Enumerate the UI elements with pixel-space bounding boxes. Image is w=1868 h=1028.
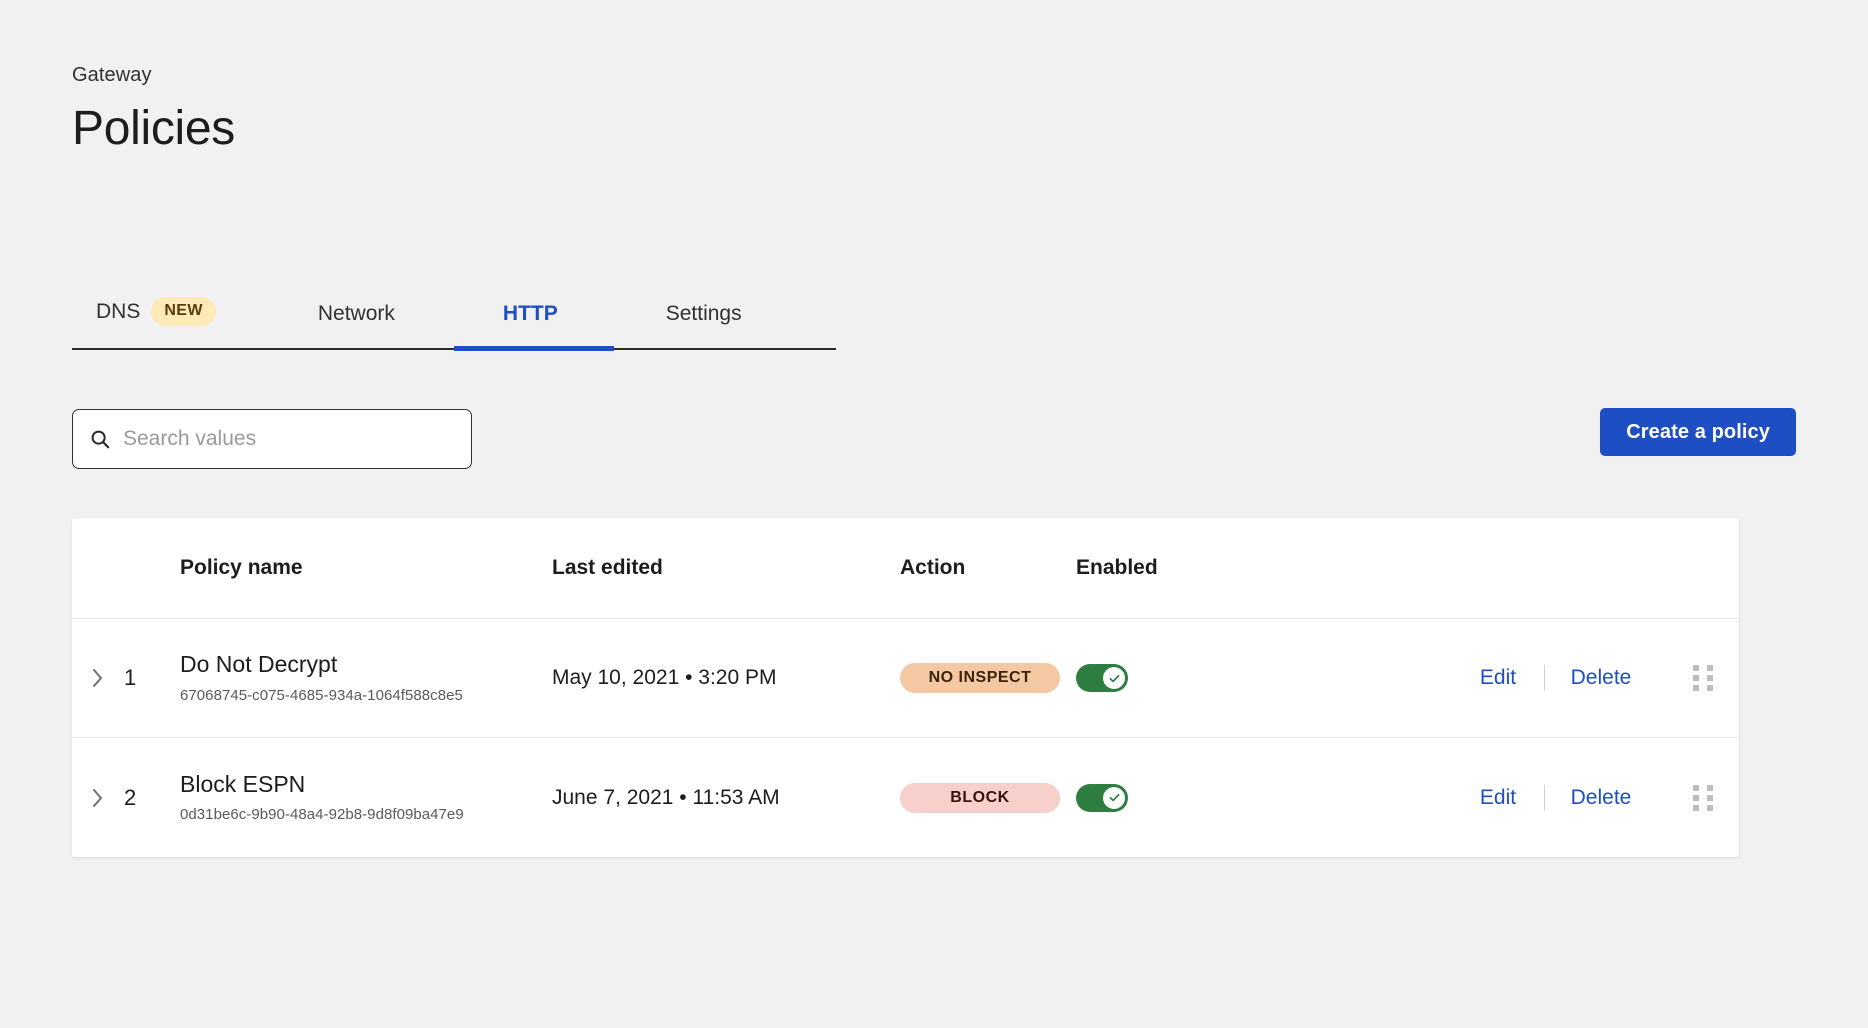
policy-id: 67068745-c075-4685-934a-1064f588c8e5 [180, 687, 552, 704]
delete-link[interactable]: Delete [1545, 666, 1657, 690]
last-edited-value: May 10, 2021 • 3:20 PM [552, 666, 900, 690]
action-cell: NO INSPECT [900, 663, 1076, 693]
expand-row-button[interactable] [72, 785, 124, 811]
search-field[interactable] [72, 409, 472, 469]
tab-bar: DNS NEW Network HTTP Settings [72, 264, 836, 350]
column-header-action: Action [900, 556, 1076, 580]
action-cell: BLOCK [900, 783, 1076, 813]
tab-http[interactable]: HTTP [503, 302, 558, 348]
policies-table: Policy name Last edited Action Enabled 1… [72, 518, 1739, 857]
tab-active-indicator [454, 346, 614, 351]
drag-handle-icon[interactable] [1693, 785, 1715, 811]
tab-settings-label: Settings [666, 302, 742, 326]
action-badge: BLOCK [900, 783, 1060, 813]
toggle-knob [1103, 787, 1125, 809]
row-index: 1 [124, 665, 180, 691]
row-actions: Edit Delete [1262, 785, 1739, 811]
page-header: Gateway Policies [72, 64, 235, 156]
tab-list: DNS NEW Network HTTP Settings [72, 264, 836, 348]
table-row: 1 Do Not Decrypt 67068745-c075-4685-934a… [72, 619, 1739, 738]
tab-network-label: Network [318, 302, 395, 326]
policy-name-cell: Do Not Decrypt 67068745-c075-4685-934a-1… [180, 652, 552, 703]
check-icon [1108, 672, 1121, 685]
tab-http-label: HTTP [503, 302, 558, 326]
drag-handle-icon[interactable] [1693, 665, 1715, 691]
edit-link[interactable]: Edit [1452, 666, 1544, 690]
table-header-row: Policy name Last edited Action Enabled [72, 518, 1739, 619]
tab-network[interactable]: Network [318, 302, 395, 348]
tab-dns[interactable]: DNS NEW [96, 297, 216, 348]
policy-id: 0d31be6c-9b90-48a4-92b8-9d8f09ba47e9 [180, 806, 552, 823]
page-title: Policies [72, 101, 235, 156]
action-badge: NO INSPECT [900, 663, 1060, 693]
column-header-last-edited: Last edited [552, 556, 900, 580]
expand-row-button[interactable] [72, 665, 124, 691]
edit-link[interactable]: Edit [1452, 786, 1544, 810]
enabled-toggle[interactable] [1076, 664, 1128, 692]
tab-settings[interactable]: Settings [666, 302, 742, 348]
delete-link[interactable]: Delete [1545, 786, 1657, 810]
tab-divider [72, 348, 836, 350]
tab-dns-label: DNS [96, 300, 140, 324]
column-header-policy-name: Policy name [180, 556, 552, 580]
policy-name-cell: Block ESPN 0d31be6c-9b90-48a4-92b8-9d8f0… [180, 772, 552, 823]
chevron-right-icon [90, 785, 106, 811]
column-header-enabled: Enabled [1076, 556, 1262, 580]
search-input[interactable] [123, 427, 455, 451]
breadcrumb: Gateway [72, 64, 235, 87]
toggle-knob [1103, 667, 1125, 689]
chevron-right-icon [90, 665, 106, 691]
search-icon [89, 428, 111, 450]
table-row: 2 Block ESPN 0d31be6c-9b90-48a4-92b8-9d8… [72, 738, 1739, 857]
last-edited-value: June 7, 2021 • 11:53 AM [552, 786, 900, 810]
policies-page: Gateway Policies DNS NEW Network HTTP Se… [0, 0, 1868, 1028]
policy-name: Do Not Decrypt [180, 652, 552, 677]
row-actions: Edit Delete [1262, 665, 1739, 691]
new-badge: NEW [151, 297, 216, 326]
create-policy-button[interactable]: Create a policy [1600, 408, 1796, 456]
policy-name: Block ESPN [180, 772, 552, 797]
row-index: 2 [124, 785, 180, 811]
check-icon [1108, 791, 1121, 804]
enabled-toggle[interactable] [1076, 784, 1128, 812]
enabled-cell [1076, 784, 1262, 812]
enabled-cell [1076, 664, 1262, 692]
